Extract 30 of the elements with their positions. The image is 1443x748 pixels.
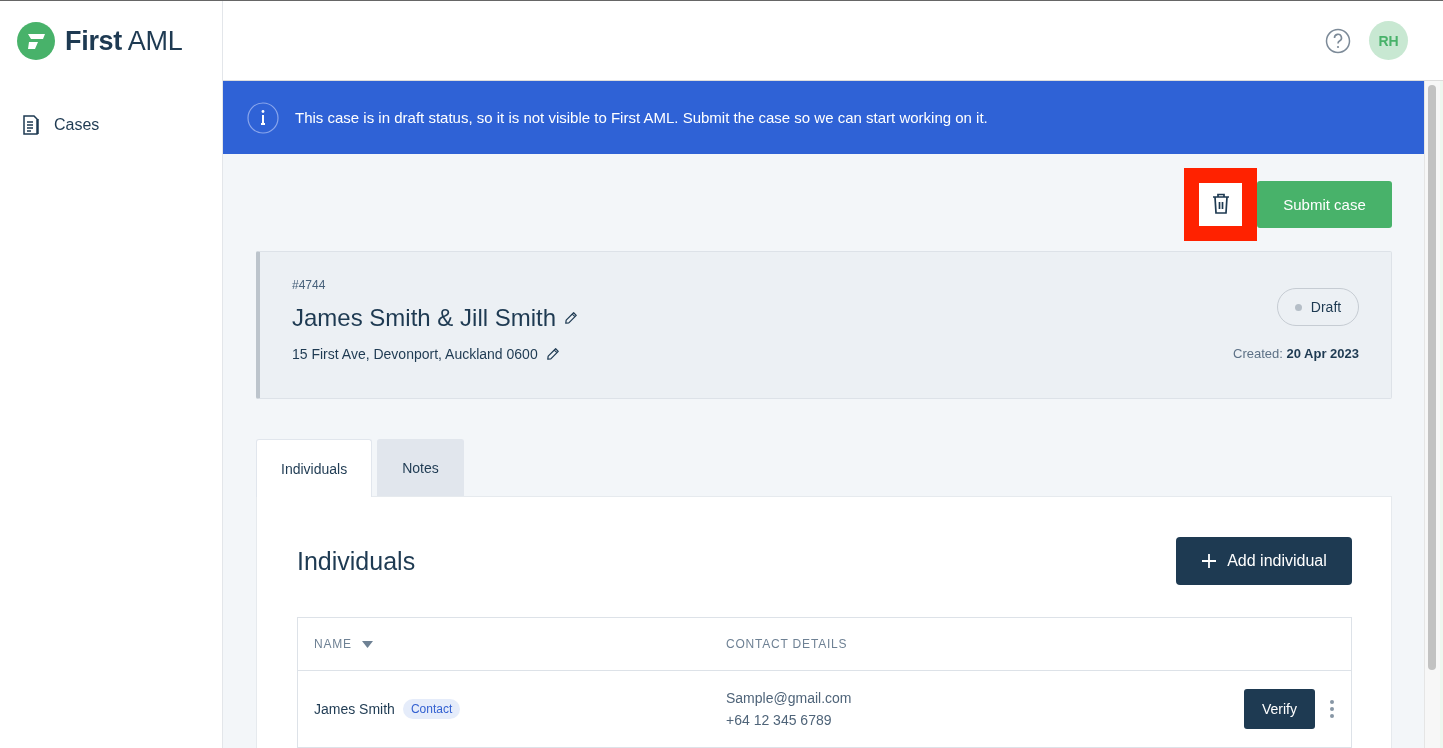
phone-text: +64 12 345 6789 [726,711,833,730]
role-tag: Contact [402,699,461,719]
column-header: CONTACT DETAILS [726,637,849,651]
trash-icon [1211,193,1230,215]
case-address: 15 First Ave, Devonport, Auckland 0600 [292,346,538,362]
case-number: #4744 [292,278,327,292]
document-icon [22,115,42,135]
scrollbar[interactable] [1424,81,1440,748]
sidebar-item[interactable]: Cases [0,113,222,137]
logo-text: First AML [65,25,183,57]
add-individual-button[interactable]: Add individual [1176,537,1352,585]
banner-message: This case is in draft status, so it is not visible to First AML. Submit the case so we can start working on it. [295,109,988,126]
verify-button[interactable]: Verify [1244,689,1315,729]
plus-icon [1201,553,1218,569]
section-heading: Individuals [297,546,416,576]
more-icon[interactable] [1329,699,1335,719]
column-header[interactable]: NAME [314,637,352,651]
info-icon [247,101,279,134]
help-icon[interactable] [1325,27,1351,54]
email-text: Sample@gmail.com [726,689,853,708]
tab[interactable]: Notes [377,439,464,496]
sort-caret-icon[interactable] [361,640,373,648]
tab[interactable]: Individuals [256,439,373,497]
case-title: James Smith & Jill Smith [292,304,557,332]
delete-button[interactable] [1199,182,1242,226]
individual-name: James Smith [314,701,395,717]
created-date: Created: 20 Apr 2023 [1233,346,1359,361]
pencil-icon[interactable] [545,347,560,361]
pencil-icon[interactable] [564,311,579,325]
logo-icon [17,22,55,60]
